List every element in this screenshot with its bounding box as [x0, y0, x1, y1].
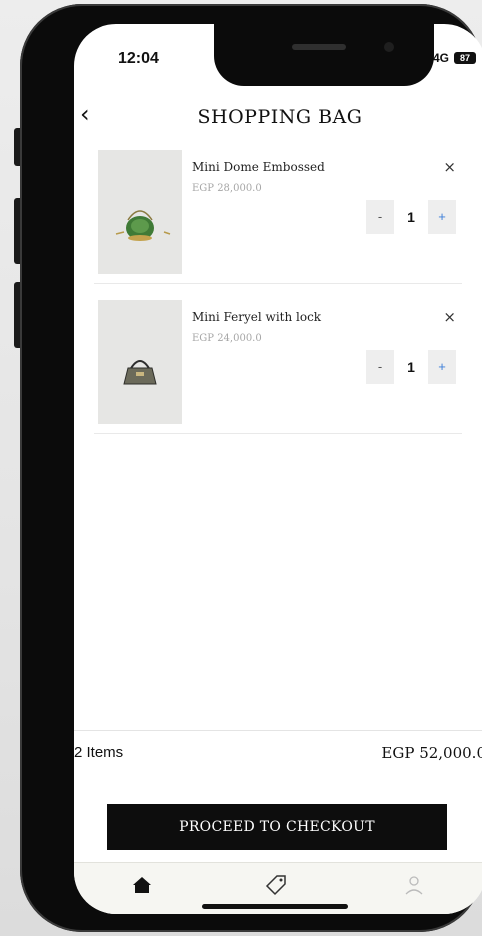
app-screen: 12:04 4G 87 ‹ SHOPPING BAG Mini Dome Emb…: [74, 24, 482, 914]
quantity-value: 1: [394, 200, 428, 234]
product-price: EGP 28,000.0: [192, 183, 262, 194]
phone-frame: 12:04 4G 87 ‹ SHOPPING BAG Mini Dome Emb…: [20, 4, 482, 932]
user-icon[interactable]: [402, 873, 426, 897]
feryel-bag-image: [123, 360, 157, 385]
speaker: [292, 44, 346, 50]
page-title: SHOPPING BAG: [197, 106, 363, 128]
items-count: 2 Items: [74, 744, 124, 761]
item-divider: [94, 433, 462, 434]
status-time: 12:04: [118, 50, 159, 67]
tag-icon[interactable]: [264, 873, 288, 897]
network-type: 4G: [433, 51, 450, 65]
remove-item-button[interactable]: ×: [443, 160, 456, 175]
decrease-quantity-button[interactable]: -: [366, 350, 394, 384]
order-total: EGP 52,000.0: [381, 744, 482, 762]
proceed-to-checkout-button[interactable]: PROCEED TO CHECKOUT: [107, 804, 447, 850]
increase-quantity-button[interactable]: +: [428, 350, 456, 384]
cart-item: Mini Feryel with lock EGP 24,000.0 × - 1…: [94, 300, 462, 438]
quantity-stepper: - 1 +: [366, 350, 456, 384]
product-image[interactable]: [98, 150, 182, 274]
home-icon[interactable]: [130, 873, 154, 897]
remove-item-button[interactable]: ×: [443, 310, 456, 325]
battery-icon: 87: [454, 52, 477, 64]
product-name[interactable]: Mini Dome Embossed: [192, 160, 325, 174]
summary-divider: [74, 730, 482, 731]
quantity-value: 1: [394, 350, 428, 384]
product-image[interactable]: [98, 300, 182, 424]
item-divider: [94, 283, 462, 284]
camera: [384, 42, 394, 52]
decrease-quantity-button[interactable]: -: [366, 200, 394, 234]
dome-bag-image: [115, 210, 171, 241]
cart-item: Mini Dome Embossed EGP 28,000.0 × - 1 +: [94, 150, 462, 288]
product-price: EGP 24,000.0: [192, 333, 262, 344]
quantity-stepper: - 1 +: [366, 200, 456, 234]
notch: [214, 24, 434, 86]
increase-quantity-button[interactable]: +: [428, 200, 456, 234]
home-indicator: [202, 904, 348, 909]
product-name[interactable]: Mini Feryel with lock: [192, 310, 321, 324]
